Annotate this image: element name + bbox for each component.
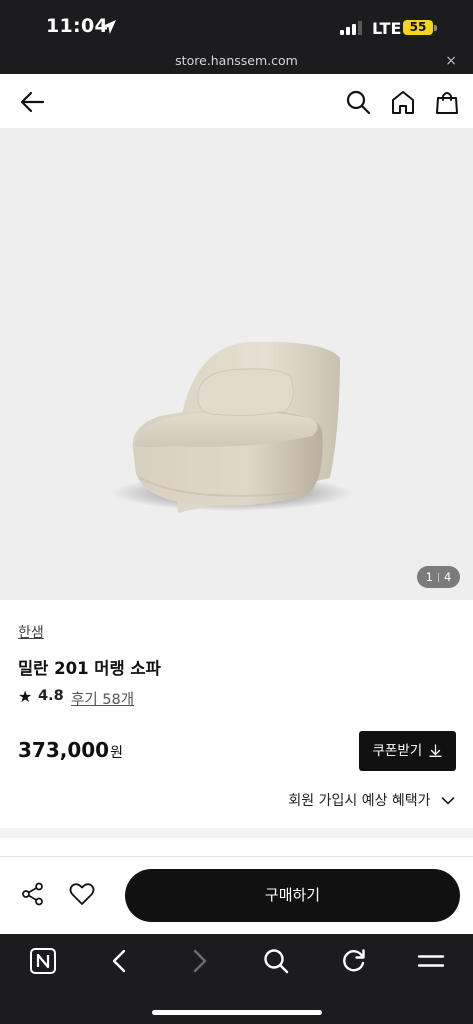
chevron-right-icon[interactable] — [185, 947, 213, 975]
network-type: LTE — [372, 19, 402, 38]
close-icon[interactable]: × — [445, 53, 457, 69]
section-divider — [0, 828, 473, 838]
total-pages: 4 — [444, 570, 452, 584]
status-time: 11:04 — [46, 15, 108, 37]
browser-toolbar — [0, 934, 473, 1024]
benefit-label: 회원 가입시 예상 혜택가 — [288, 793, 431, 809]
coupon-button[interactable]: 쿠폰받기 — [359, 731, 456, 771]
url-domain[interactable]: store.hanssem.com — [0, 53, 473, 68]
member-benefit-toggle[interactable]: 회원 가입시 예상 혜택가 — [288, 790, 455, 810]
product-image[interactable] — [100, 278, 370, 528]
price-unit: 원 — [110, 745, 123, 761]
brand-link[interactable]: 한샘 — [18, 622, 44, 642]
buy-button[interactable]: 구매하기 — [125, 869, 460, 922]
rating-value: 4.8 — [38, 688, 64, 704]
search-icon[interactable] — [262, 947, 290, 975]
chevron-down-icon — [441, 797, 455, 805]
arrow-left-icon[interactable] — [19, 89, 45, 115]
search-icon[interactable] — [345, 89, 371, 115]
status-bar: 11:04 LTE 55 — [0, 0, 473, 50]
product-title: 밀란 201 머랭 소파 — [18, 659, 161, 678]
reviews-link[interactable]: 후기 58개 — [71, 688, 134, 709]
url-bar[interactable]: store.hanssem.com × — [0, 50, 473, 74]
download-icon — [429, 744, 443, 757]
price: 373,000원 — [18, 738, 123, 762]
price-value: 373,000 — [18, 738, 110, 762]
current-page: 1 — [425, 570, 433, 584]
home-icon[interactable] — [390, 89, 416, 115]
heart-icon[interactable] — [69, 881, 95, 907]
share-icon[interactable] — [21, 882, 45, 906]
battery-icon: 55 — [403, 20, 433, 35]
site-header — [0, 74, 473, 128]
battery-nub — [434, 25, 437, 31]
naver-n-icon[interactable] — [29, 947, 57, 975]
chevron-left-icon[interactable] — [106, 947, 134, 975]
location-arrow-icon — [102, 20, 116, 34]
purchase-bar: 구매하기 — [0, 856, 473, 934]
reload-icon[interactable] — [340, 947, 368, 975]
home-indicator[interactable] — [152, 1010, 322, 1015]
battery-level: 55 — [409, 20, 427, 34]
coupon-label: 쿠폰받기 — [372, 743, 423, 759]
web-page: 14 한샘 밀란 201 머랭 소파 ★ 4.8 후기 58개 373,000원… — [0, 74, 473, 934]
signal-icon — [340, 21, 362, 35]
indicator-separator — [438, 573, 439, 582]
product-gallery[interactable]: 14 — [0, 128, 473, 600]
shopping-bag-icon[interactable] — [434, 89, 460, 115]
image-page-indicator: 14 — [417, 566, 460, 588]
star-icon: ★ — [18, 687, 33, 706]
menu-icon[interactable] — [417, 947, 445, 975]
